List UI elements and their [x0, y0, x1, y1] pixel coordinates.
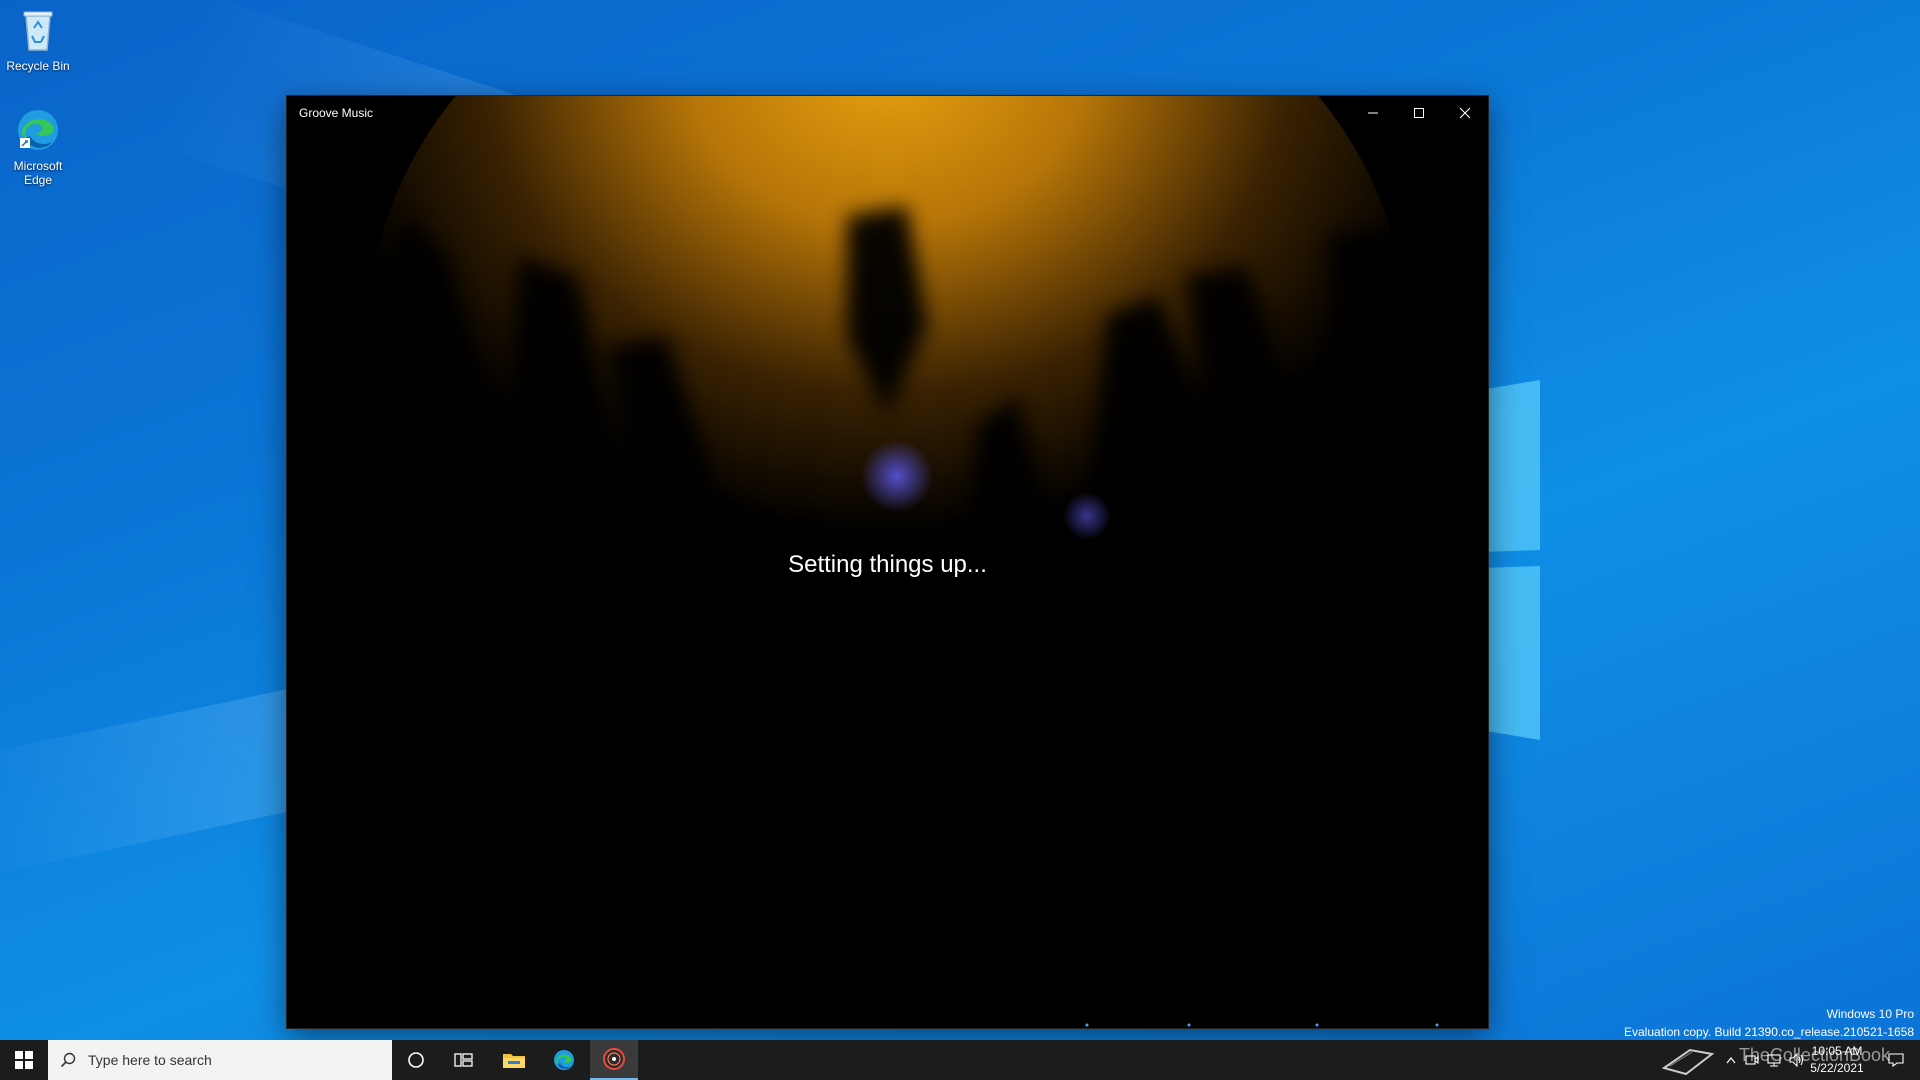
- window-title: Groove Music: [299, 106, 374, 120]
- collection-book-watermark: TheCollectionBook: [1738, 1045, 1890, 1065]
- windows-watermark: Windows 10 Pro Evaluation copy. Build 21…: [1624, 1005, 1914, 1041]
- windows-start-icon: [15, 1051, 33, 1069]
- chevron-up-icon: [1726, 1057, 1736, 1064]
- maximize-icon: [1414, 108, 1424, 118]
- windows-logo-wallpaper: [1480, 380, 1540, 740]
- edge-taskbar-button[interactable]: [540, 1040, 588, 1080]
- windows-edition-text: Windows 10 Pro: [1826, 1007, 1914, 1021]
- recycle-bin-label: Recycle Bin: [6, 59, 70, 73]
- loading-progress-dots: [1085, 1023, 1439, 1027]
- close-icon: [1459, 107, 1471, 119]
- groove-music-icon: [603, 1048, 625, 1070]
- edge-label: Microsoft Edge: [13, 159, 63, 187]
- start-button[interactable]: [0, 1040, 48, 1080]
- cortana-icon: [408, 1052, 424, 1068]
- desktop-icon-edge[interactable]: Microsoft Edge: [0, 106, 76, 187]
- desktop-icon-recycle-bin[interactable]: Recycle Bin: [0, 6, 76, 73]
- edge-icon: [554, 1050, 574, 1070]
- file-explorer-button[interactable]: [490, 1040, 538, 1080]
- close-button[interactable]: [1442, 96, 1488, 130]
- minimize-icon: [1368, 112, 1378, 114]
- recycle-bin-icon: [23, 11, 53, 51]
- show-hidden-icons-button[interactable]: [1722, 1040, 1740, 1080]
- desktop: Recycle Bin Microsoft Edge Groove Music …: [0, 0, 1920, 1080]
- notification-icon: [1888, 1053, 1904, 1068]
- file-explorer-icon: [503, 1054, 525, 1068]
- task-view-button[interactable]: [440, 1040, 488, 1080]
- groove-music-taskbar-button[interactable]: [590, 1040, 638, 1080]
- minimize-button[interactable]: [1350, 96, 1396, 130]
- edge-icon: [18, 110, 58, 150]
- taskbar: Type here to search 10:05 AM 5/22/2021: [0, 1040, 1920, 1080]
- maximize-button[interactable]: [1396, 96, 1442, 130]
- groove-music-window[interactable]: Groove Music Setting things up...: [287, 96, 1488, 1028]
- task-view-icon: [454, 1053, 473, 1067]
- search-icon: [60, 1052, 76, 1068]
- taskbar-search-box[interactable]: Type here to search: [48, 1040, 392, 1080]
- setup-status-text: Setting things up...: [788, 551, 987, 578]
- book-logo-icon: [1661, 1048, 1715, 1076]
- cortana-button[interactable]: [392, 1040, 440, 1080]
- title-bar[interactable]: Groove Music: [287, 96, 1488, 130]
- search-placeholder: Type here to search: [88, 1052, 212, 1068]
- windows-build-text: Evaluation copy. Build 21390.co_release.…: [1624, 1025, 1914, 1039]
